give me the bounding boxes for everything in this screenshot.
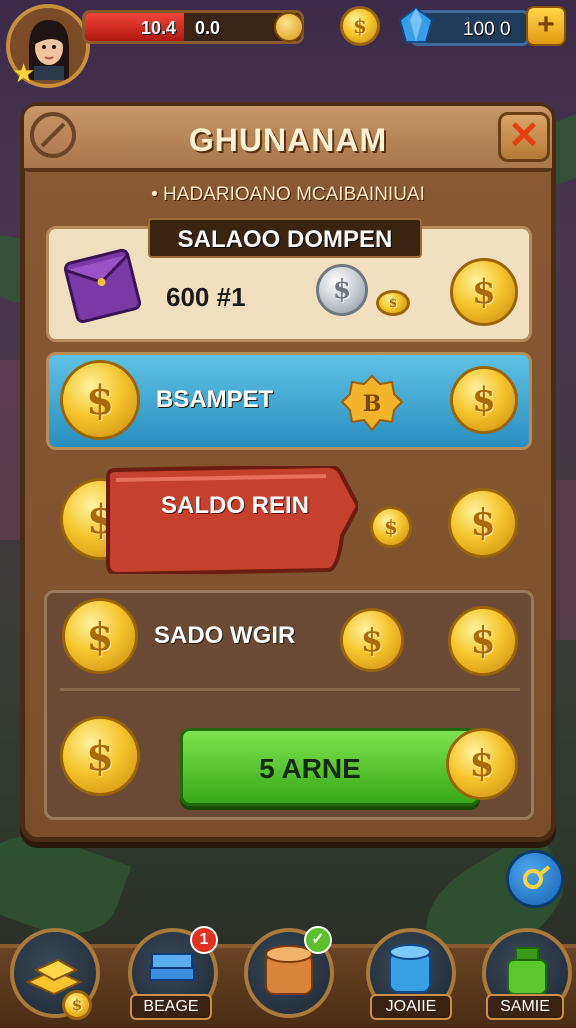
coin-icon: $ bbox=[60, 360, 140, 440]
panel-header-icon bbox=[30, 112, 76, 158]
ribbon-label: SALAOO DOMPEN bbox=[177, 226, 393, 253]
badge-symbol: B bbox=[363, 391, 382, 417]
saldo-rein-button[interactable] bbox=[102, 466, 358, 574]
panel-header: GHUNANAM bbox=[24, 106, 552, 172]
section-divider bbox=[60, 688, 520, 691]
notification-badge: 1 bbox=[190, 926, 218, 954]
confirm-badge-icon: ✓ bbox=[304, 926, 332, 954]
coin-icon: $ bbox=[446, 728, 518, 800]
earn-button[interactable]: 5 ARNE bbox=[180, 728, 480, 806]
nav-label-samie[interactable]: SAMIE bbox=[486, 994, 564, 1020]
key-icon bbox=[523, 865, 551, 889]
background-hut bbox=[556, 480, 576, 640]
coin-icon[interactable]: $ bbox=[340, 6, 380, 46]
earn-button-label: 5 ARNE bbox=[259, 753, 361, 784]
coin-icon: $ bbox=[448, 488, 518, 558]
small-coin-icon: $ bbox=[62, 990, 92, 1020]
health-bar: 10.4 0.0 bbox=[82, 10, 304, 44]
coin-icon: $ bbox=[60, 716, 140, 796]
saldo-rein-label: SALDO REIN bbox=[160, 492, 309, 519]
bonus-label: BSAMPET bbox=[156, 386, 274, 413]
small-coin-icon: $ bbox=[370, 506, 412, 548]
coin-icon: $ bbox=[448, 606, 518, 676]
badge-icon: B bbox=[340, 374, 404, 432]
health-value: 10.4 bbox=[141, 18, 177, 38]
key-button[interactable] bbox=[506, 850, 564, 908]
coin-icon: $ bbox=[450, 258, 518, 326]
panel-title: GHUNANAM bbox=[188, 122, 388, 158]
gem-count: 100 0 bbox=[463, 19, 511, 40]
close-button[interactable]: ✕ bbox=[498, 112, 550, 162]
background-hut bbox=[0, 360, 22, 540]
coin-icon: $ bbox=[62, 598, 138, 674]
panel-subtitle: • HADARIOANO MCAIBAINIUAI bbox=[151, 184, 425, 205]
balance-ribbon: SALAOO DOMPEN bbox=[148, 218, 422, 258]
wallet-amount: 600 #1 bbox=[166, 282, 246, 312]
health-secondary-value: 0.0 bbox=[195, 18, 221, 38]
add-gems-button[interactable]: + bbox=[526, 6, 566, 46]
silver-coin-icon: $ bbox=[316, 264, 368, 316]
star-icon: ★ bbox=[12, 58, 36, 88]
coin-icon: $ bbox=[450, 366, 518, 434]
gem-icon bbox=[398, 6, 434, 43]
wager-label: SADO WGIR bbox=[154, 622, 296, 649]
coin-icon: $ bbox=[340, 608, 404, 672]
nav-label-beage[interactable]: BEAGE bbox=[130, 994, 212, 1020]
health-boost-button[interactable] bbox=[274, 12, 304, 42]
wallet-icon bbox=[63, 248, 142, 324]
nav-label-joaiie[interactable]: JOAIIE bbox=[370, 994, 452, 1020]
small-coin-icon: $ bbox=[376, 290, 410, 316]
